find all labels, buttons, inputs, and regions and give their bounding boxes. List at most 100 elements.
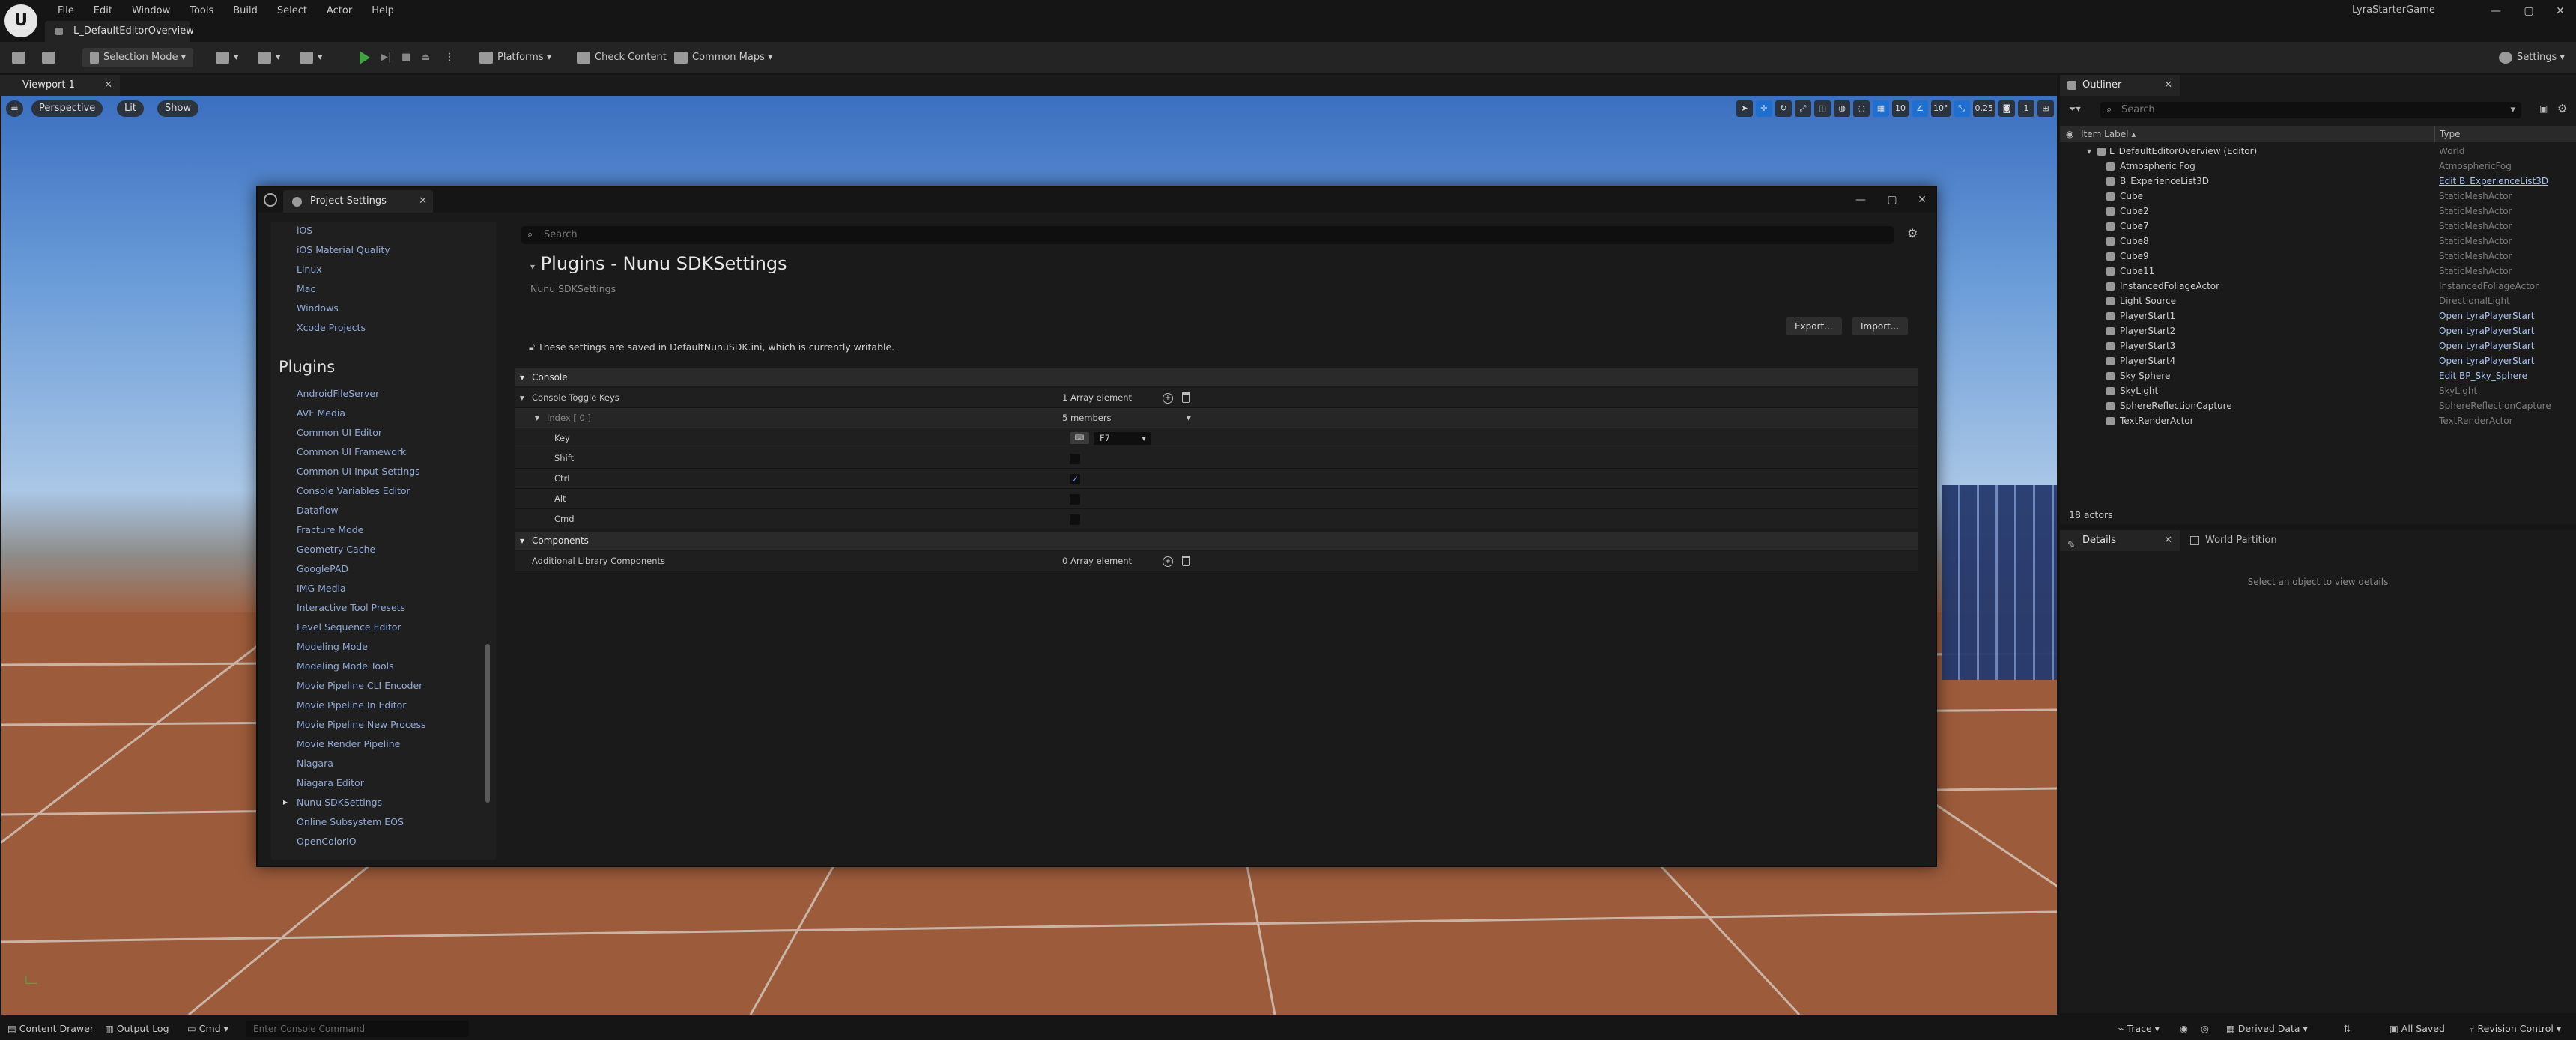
menu-item-help[interactable]: Help <box>362 3 404 19</box>
common-maps-button[interactable]: Common Maps ▾ <box>674 48 773 67</box>
blueprint-icon[interactable]: ▾ <box>258 48 281 67</box>
nav-item-ios[interactable]: iOS <box>297 225 312 236</box>
rotation-snap-value[interactable]: 10° <box>1931 100 1951 117</box>
outliner-row[interactable]: Cube11 StaticMeshActor <box>2060 264 2576 279</box>
nav-item-level-sequence-editor[interactable]: Level Sequence Editor <box>297 621 401 633</box>
expand-arrow-icon[interactable]: ▾ <box>535 408 539 428</box>
nav-item-mac[interactable]: Mac <box>297 283 315 294</box>
close-icon[interactable]: ✕ <box>2164 530 2172 551</box>
trace-button[interactable]: ⌁ Trace ▾ <box>2118 1023 2160 1034</box>
nav-item-ios-material-quality[interactable]: iOS Material Quality <box>297 244 390 255</box>
actor-type[interactable]: Open LyraPlayerStart <box>2439 353 2535 368</box>
eject-icon[interactable]: ⏏ <box>421 48 430 67</box>
nav-item-xcode-projects[interactable]: Xcode Projects <box>297 322 366 333</box>
cinematics-icon[interactable]: ▾ <box>300 48 323 67</box>
nav-item-windows[interactable]: Windows <box>297 302 339 314</box>
unreal-logo-icon[interactable]: U <box>4 4 37 37</box>
snap-surface-icon[interactable]: ◌ <box>1853 100 1870 117</box>
outliner-row[interactable]: ▾ L_DefaultEditorOverview (Editor) World <box>2060 144 2576 159</box>
outliner-row[interactable]: PlayerStart3 Open LyraPlayerStart <box>2060 338 2576 353</box>
import-button[interactable]: Import... <box>1852 317 1909 335</box>
maximize-icon[interactable]: ▢ <box>1876 190 1909 210</box>
nav-item-online-subsystem-eos[interactable]: Online Subsystem EOS <box>297 816 404 827</box>
nav-item-movie-pipeline-in-editor[interactable]: Movie Pipeline In Editor <box>297 699 406 711</box>
type-column[interactable]: Type <box>2434 126 2461 142</box>
gear-icon[interactable]: ⚙ <box>2557 102 2567 115</box>
actor-type[interactable]: Open LyraPlayerStart <box>2439 323 2535 338</box>
menu-item-actor[interactable]: Actor <box>317 3 362 19</box>
section-console[interactable]: ▾ Console <box>515 368 1918 386</box>
actor-type[interactable]: Edit B_ExperienceList3D <box>2439 174 2548 189</box>
nav-item-modeling-mode-tools[interactable]: Modeling Mode Tools <box>297 660 394 672</box>
close-icon[interactable]: ✕ <box>104 75 112 96</box>
nav-item-interactive-tool-presets[interactable]: Interactive Tool Presets <box>297 602 405 613</box>
nav-item-img-media[interactable]: IMG Media <box>297 583 346 594</box>
add-actor-icon[interactable]: ▾ <box>216 48 239 67</box>
select-tool-icon[interactable]: ➤ <box>1736 100 1753 117</box>
outliner-row[interactable]: SkyLight SkyLight <box>2060 383 2576 398</box>
outliner-row[interactable]: TextRenderActor TextRenderActor <box>2060 413 2576 428</box>
menu-item-window[interactable]: Window <box>122 3 180 19</box>
minimize-icon[interactable]: — <box>1844 190 1877 210</box>
filter-icon[interactable]: ⏷▾ <box>2069 103 2081 115</box>
outliner-row[interactable]: InstancedFoliageActor InstancedFoliageAct… <box>2060 279 2576 294</box>
stop-icon[interactable]: ■ <box>401 48 410 67</box>
outliner-row[interactable]: Sky Sphere Edit BP_Sky_Sphere <box>2060 368 2576 383</box>
cmd-dropdown[interactable]: ▭ Cmd ▾ <box>187 1023 228 1034</box>
nav-item-common-ui-framework[interactable]: Common UI Framework <box>297 446 406 457</box>
trash-icon[interactable] <box>1182 392 1190 403</box>
content-drawer-button[interactable]: ▤ Content Drawer <box>7 1023 94 1034</box>
grid-snap-value[interactable]: 10 <box>1892 100 1909 117</box>
scale-snap-icon[interactable]: ⤡ <box>1953 100 1970 117</box>
nav-item-common-ui-editor[interactable]: Common UI Editor <box>297 427 382 438</box>
console-command-input[interactable]: Enter Console Command <box>246 1021 469 1037</box>
nav-item-niagara[interactable]: Niagara <box>297 758 333 769</box>
outliner-row[interactable]: PlayerStart1 Open LyraPlayerStart <box>2060 308 2576 323</box>
viewport-menu-icon[interactable]: ≡ <box>6 100 23 117</box>
source-control-icon[interactable]: ⇅ <box>2343 1023 2351 1034</box>
chevron-down-icon[interactable]: ▾ <box>1187 408 1191 428</box>
camera-speed-value[interactable]: 1 <box>2018 100 2034 117</box>
add-element-icon[interactable]: + <box>1163 393 1173 404</box>
add-element-icon[interactable]: + <box>1163 556 1173 567</box>
level-tab[interactable]: L_DefaultEditorOverview <box>45 21 194 42</box>
perspective-button[interactable]: Perspective <box>31 100 103 117</box>
visibility-icon[interactable]: ◉ <box>2066 126 2073 142</box>
menu-item-select[interactable]: Select <box>267 3 317 19</box>
export-button[interactable]: Export... <box>1786 317 1842 335</box>
expand-arrow-icon[interactable]: ▾ <box>2087 144 2091 159</box>
save-icon[interactable] <box>12 48 30 67</box>
world-partition-tab[interactable]: World Partition <box>2183 530 2318 551</box>
record-icon[interactable]: ◉ <box>2180 1023 2188 1034</box>
output-log-button[interactable]: ▥ Output Log <box>105 1023 169 1034</box>
menu-item-build[interactable]: Build <box>223 3 267 19</box>
grid-snap-icon[interactable]: ▦ <box>1873 100 1889 117</box>
outliner-row[interactable]: Atmospheric Fog AtmosphericFog <box>2060 159 2576 174</box>
outliner-row[interactable]: Cube9 StaticMeshActor <box>2060 249 2576 264</box>
nav-item-niagara-editor[interactable]: Niagara Editor <box>297 777 364 788</box>
settings-search-input[interactable]: ⌕ Search <box>521 226 1894 244</box>
keyboard-icon[interactable]: ⌨ <box>1070 432 1089 444</box>
section-components[interactable]: ▾ Components <box>515 532 1918 550</box>
item-label-column[interactable]: Item Label ▴ <box>2081 126 2136 142</box>
world-local-icon[interactable]: ◍ <box>1834 100 1850 117</box>
camera-icon[interactable]: ◎ <box>2201 1023 2209 1034</box>
outliner-tab[interactable]: Outliner ✕ <box>2060 75 2180 96</box>
nav-item-googlepad[interactable]: GooglePAD <box>297 563 348 574</box>
nav-item-avf-media[interactable]: AVF Media <box>297 407 345 419</box>
nav-item-modeling-mode[interactable]: Modeling Mode <box>297 641 368 652</box>
minimize-icon[interactable]: — <box>2479 1 2512 21</box>
maximize-viewport-icon[interactable]: ⊞ <box>2037 100 2054 117</box>
rotate-tool-icon[interactable]: ↻ <box>1775 100 1792 117</box>
derived-data-button[interactable]: ▦ Derived Data ▾ <box>2226 1023 2308 1034</box>
nav-item-linux[interactable]: Linux <box>297 264 322 275</box>
actor-type[interactable]: Open LyraPlayerStart <box>2439 338 2535 353</box>
outliner-row[interactable]: Cube8 StaticMeshActor <box>2060 234 2576 249</box>
outliner-row[interactable]: PlayerStart2 Open LyraPlayerStart <box>2060 323 2576 338</box>
rotation-snap-icon[interactable]: ∠ <box>1912 100 1928 117</box>
actor-type[interactable]: Edit BP_Sky_Sphere <box>2439 368 2527 383</box>
outliner-row[interactable]: PlayerStart4 Open LyraPlayerStart <box>2060 353 2576 368</box>
actor-type[interactable]: Open LyraPlayerStart <box>2439 308 2535 323</box>
menu-item-edit[interactable]: Edit <box>84 3 122 19</box>
nav-item-movie-pipeline-new-process[interactable]: Movie Pipeline New Process <box>297 719 426 730</box>
